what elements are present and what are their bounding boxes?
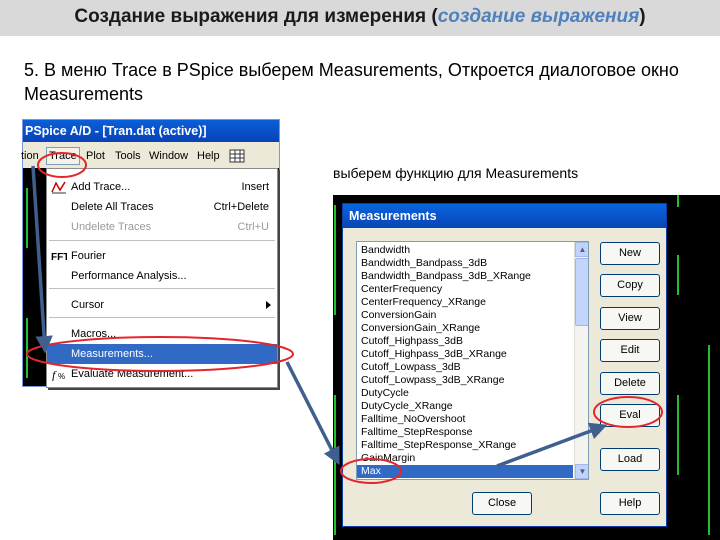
submenu-arrow-icon <box>266 301 271 309</box>
delete-button[interactable]: Delete <box>600 372 660 395</box>
menu-tools[interactable]: Tools <box>115 144 141 168</box>
plot-trace <box>334 395 336 535</box>
svg-text:FFT: FFT <box>51 252 67 263</box>
grid-toolbar-icon[interactable] <box>229 149 245 163</box>
menu-item-undelete-traces: Undelete Traces Ctrl+U <box>71 221 269 233</box>
menu-plot[interactable]: Plot <box>86 144 105 168</box>
menu-item-evaluate-measurement[interactable]: f% Evaluate Measurement... <box>47 364 277 384</box>
menu-simulation-partial[interactable]: tion <box>21 144 39 168</box>
instruction-text: 5. В меню Trace в PSpice выберем Measure… <box>24 60 679 104</box>
copy-button[interactable]: Copy <box>600 274 660 297</box>
dialog-title: Measurements <box>343 204 666 228</box>
list-item[interactable]: Cutoff_Lowpass_3dB <box>357 361 573 374</box>
evaluate-measurement-icon: f% <box>52 368 65 381</box>
menu-trace[interactable]: Trace <box>46 147 80 165</box>
help-button[interactable]: Help <box>600 492 660 515</box>
menu-item-add-trace[interactable]: Add Trace... Insert <box>47 177 277 197</box>
menu-item-fourier[interactable]: FFT Fourier <box>47 246 277 266</box>
menu-item-performance-analysis[interactable]: Performance Analysis... <box>47 266 277 286</box>
plot-trace <box>26 318 28 378</box>
measurement-function-list[interactable]: Bandwidth Bandwidth_Bandpass_3dB Bandwid… <box>356 241 589 480</box>
eval-button[interactable]: Eval <box>600 404 660 427</box>
list-item[interactable]: GainMargin <box>357 452 573 465</box>
list-item[interactable]: Falltime_StepResponse <box>357 426 573 439</box>
menu-help[interactable]: Help <box>197 144 220 168</box>
menu-separator <box>49 288 275 289</box>
plot-trace <box>677 195 679 207</box>
plot-trace <box>26 188 28 248</box>
edit-button[interactable]: Edit <box>600 339 660 362</box>
plot-trace <box>334 205 336 315</box>
pspice-title-bar: PSpice A/D - [Tran.dat (active)] <box>23 120 279 142</box>
list-item[interactable]: Bandwidth <box>357 244 573 257</box>
slide-title-accent: создание выражения <box>437 6 640 27</box>
plot-trace <box>708 345 710 535</box>
caption-text: выберем функцию для Measurements <box>333 165 579 181</box>
list-item[interactable]: Falltime_NoOvershoot <box>357 413 573 426</box>
plot-trace <box>677 395 679 475</box>
measurements-dialog: Measurements Bandwidth Bandwidth_Bandpas… <box>342 203 667 527</box>
menu-item-delete-all-traces[interactable]: Delete All Traces Ctrl+Delete <box>47 197 277 217</box>
pspice-window: PSpice A/D - [Tran.dat (active)] tion Tr… <box>21 119 280 388</box>
menu-item-measurements[interactable]: Measurements... <box>47 344 277 364</box>
view-button[interactable]: View <box>600 307 660 330</box>
list-item[interactable]: Cutoff_Highpass_3dB <box>357 335 573 348</box>
list-item[interactable]: ConversionGain <box>357 309 573 322</box>
menu-separator <box>49 317 275 318</box>
fourier-icon: FFT <box>51 252 67 263</box>
scroll-thumb[interactable] <box>575 258 588 326</box>
scroll-down-icon[interactable]: ▼ <box>575 464 588 479</box>
trace-menu: Add Trace... Insert Delete All Traces Ct… <box>46 168 278 388</box>
plot-trace <box>677 255 679 295</box>
list-item[interactable]: Bandwidth_Bandpass_3dB <box>357 257 573 270</box>
scroll-up-icon[interactable]: ▲ <box>575 242 588 257</box>
list-item[interactable]: Falltime_StepResponse_XRange <box>357 439 573 452</box>
list-item[interactable]: CenterFrequency_XRange <box>357 296 573 309</box>
list-item[interactable]: ConversionGain_XRange <box>357 322 573 335</box>
list-scrollbar[interactable]: ▲ ▼ <box>574 242 588 479</box>
svg-text:%: % <box>58 372 65 381</box>
add-trace-icon <box>51 181 66 194</box>
list-item[interactable]: Cutoff_Lowpass_3dB_XRange <box>357 374 573 387</box>
menu-window[interactable]: Window <box>149 144 188 168</box>
new-button[interactable]: New <box>600 242 660 265</box>
menu-separator <box>49 240 275 241</box>
list-item[interactable]: CenterFrequency <box>357 283 573 296</box>
close-button[interactable]: Close <box>472 492 532 515</box>
list-item[interactable]: Bandwidth_Bandpass_3dB_XRange <box>357 270 573 283</box>
pspice-menubar: tion Trace Plot Tools Window Help <box>21 144 279 168</box>
list-item[interactable]: DutyCycle <box>357 387 573 400</box>
slide-title: Создание выражения для измерения (создан… <box>74 6 646 27</box>
arrow-measurements-to-dialog <box>285 361 340 466</box>
load-button[interactable]: Load <box>600 448 660 471</box>
list-item[interactable]: DutyCycle_XRange <box>357 400 573 413</box>
menu-item-macros[interactable]: Macros... <box>47 324 277 344</box>
list-item[interactable]: Cutoff_Highpass_3dB_XRange <box>357 348 573 361</box>
slide-header: Создание выражения для измерения (создан… <box>0 0 720 36</box>
svg-text:f: f <box>52 368 57 381</box>
list-item-selected[interactable]: Max <box>357 465 573 478</box>
menu-item-cursor[interactable]: Cursor <box>47 295 277 315</box>
